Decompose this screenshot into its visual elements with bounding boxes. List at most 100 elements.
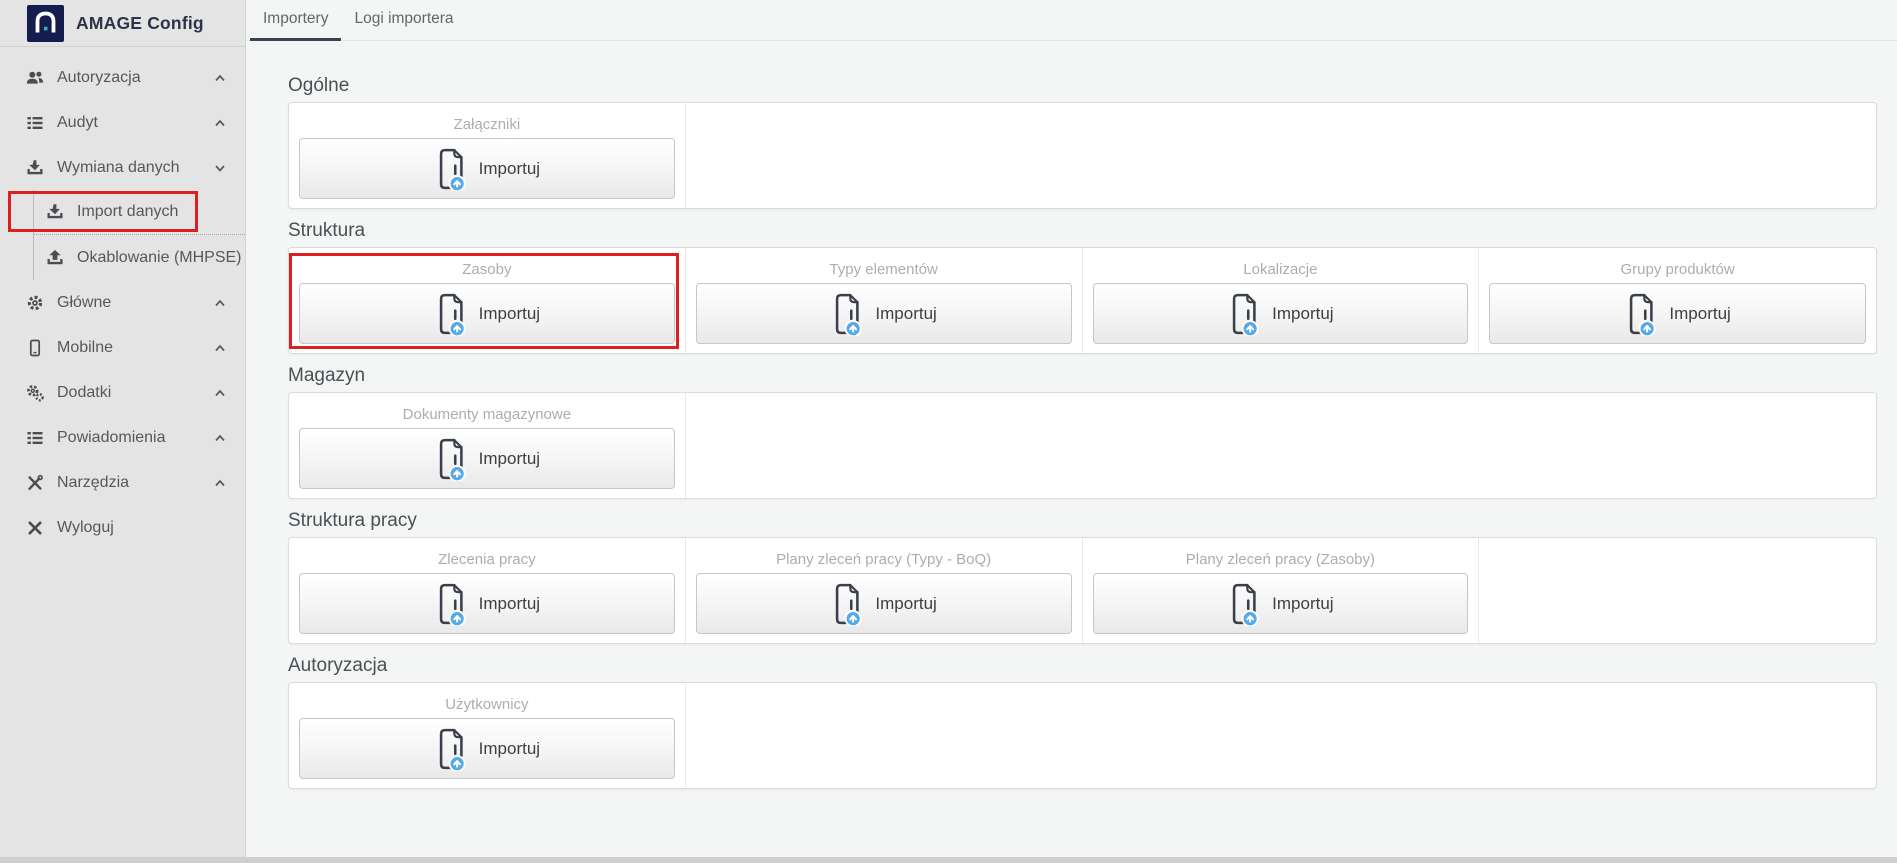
section-card-row: Użytkownicy Importuj [288,682,1877,789]
gears-icon [26,384,44,402]
card-label: Zlecenia pracy [438,551,536,568]
importuj-button-grupy-produktow[interactable]: Importuj [1489,283,1866,344]
sidebar-item-label: Główne [57,294,200,312]
sidebar-item-mobilne[interactable]: Mobilne [0,325,245,370]
amage-logo-icon [27,5,64,42]
file-import-icon [1624,292,1658,336]
file-import-icon [1227,292,1261,336]
sidebar-item-label: Wymiana danych [57,159,200,177]
section-autoryzacja: Autoryzacja Użytkownicy Importuj [288,655,1877,789]
import-card-plany-zlecen-pracy-typy-boq: Plany zleceń pracy (Typy - BoQ) Importuj [686,538,1083,643]
importuj-button-label: Importuj [479,159,540,179]
sidebar-menu: Autoryzacja Audyt Wymiana danych Import dan… [0,47,245,550]
importuj-button-label: Importuj [1272,594,1333,614]
sidebar-item-okablowanie-mhpse[interactable]: Okablowanie (MHPSE) [34,235,245,280]
file-import-icon [434,147,468,191]
close-icon [26,519,44,537]
card-label: Typy elementów [829,261,937,278]
import-card-grupy-produktow: Grupy produktów Importuj [1479,248,1876,353]
importuj-button-dokumenty-magazynowe[interactable]: Importuj [299,428,675,489]
sidebar-header: AMAGE Config [0,0,245,47]
import-card-zalaczniki: ZałącznikiImportuj [289,103,686,208]
section-card-row: Dokumenty magazynowe Importuj [288,392,1877,499]
sidebar-item-glowne[interactable]: Główne [0,280,245,325]
importuj-button-lokalizacje[interactable]: Importuj [1093,283,1469,344]
tab-label: Importery [263,10,328,28]
import-card-lokalizacje: Lokalizacje Importuj [1083,248,1480,353]
card-label: Dokumenty magazynowe [403,406,571,423]
chevron-up-icon [213,296,227,310]
tab-logi-importera[interactable]: Logi importera [341,0,466,41]
file-import-icon [434,437,468,481]
sidebar-item-powiadomienia[interactable]: Powiadomienia [0,415,245,460]
download-tray-icon [46,203,64,221]
section-title: Autoryzacja [288,655,1877,677]
upload-tray-icon [46,249,64,267]
sidebar-item-import-danych[interactable]: Import danych [34,190,245,235]
chevron-up-icon [213,431,227,445]
section-title: Magazyn [288,365,1877,387]
section-struktura-pracy: Struktura pracyZlecenia pracyImportujPla… [288,510,1877,644]
sidebar-item-wymiana-danych[interactable]: Wymiana danych [0,145,245,190]
section-card-row: ZałącznikiImportuj [288,102,1877,209]
section-magazyn: Magazyn Dokumenty magazynowe Importuj [288,365,1877,499]
importuj-button-label: Importuj [1272,304,1333,324]
sidebar: AMAGE Config Autoryzacja Audyt Wymiana dan… [0,0,246,857]
file-import-icon [830,292,864,336]
importuj-button-zlecenia-pracy[interactable]: Importuj [299,573,675,634]
sidebar-item-label: Import danych [77,203,227,221]
importuj-button-label: Importuj [479,739,540,759]
importuj-button-typy-elementow[interactable]: Importuj [696,283,1072,344]
download-tray-icon [26,159,44,177]
import-card-dokumenty-magazynowe: Dokumenty magazynowe Importuj [289,393,686,498]
content-area: OgólneZałącznikiImportujStrukturaZasobyI… [247,41,1897,789]
import-card-plany-zlecen-pracy-zasoby: Plany zleceń pracy (Zasoby) Importuj [1083,538,1480,643]
import-card-uzytkownicy: Użytkownicy Importuj [289,683,686,788]
importuj-button-label: Importuj [479,304,540,324]
mobile-icon [26,339,44,357]
section-title: Struktura [288,220,1877,242]
sidebar-item-label: Audyt [57,114,200,132]
import-card-zasoby: ZasobyImportuj [289,248,686,353]
card-label: Grupy produktów [1621,261,1735,278]
sidebar-item-autoryzacja[interactable]: Autoryzacja [0,55,245,100]
sidebar-item-audyt[interactable]: Audyt [0,100,245,145]
card-label: Plany zleceń pracy (Zasoby) [1186,551,1375,568]
section-title: Struktura pracy [288,510,1877,532]
chevron-up-icon [213,341,227,355]
sidebar-item-label: Wyloguj [57,519,227,537]
chevron-up-icon [213,116,227,130]
sidebar-item-label: Okablowanie (MHPSE) [77,249,242,267]
importuj-button-plany-zlecen-pracy-typy-boq[interactable]: Importuj [696,573,1072,634]
importuj-button-zasoby[interactable]: Importuj [299,283,675,344]
sidebar-item-wyloguj[interactable]: Wyloguj [0,505,245,550]
sidebar-item-narzedzia[interactable]: Narzędzia [0,460,245,505]
tab-bar: Importery Logi importera [247,0,1897,41]
chevron-up-icon [213,476,227,490]
importuj-button-uzytkownicy[interactable]: Importuj [299,718,675,779]
tab-label: Logi importera [354,10,453,28]
card-label: Lokalizacje [1243,261,1317,278]
import-card-typy-elementow: Typy elementów Importuj [686,248,1083,353]
sidebar-item-dodatki[interactable]: Dodatki [0,370,245,415]
tools-icon [26,474,44,492]
sidebar-item-label: Powiadomienia [57,429,200,447]
card-label: Użytkownicy [445,696,528,713]
tab-importery[interactable]: Importery [250,0,341,41]
chevron-up-icon [213,71,227,85]
gear-icon [26,294,44,312]
chevron-down-icon [213,161,227,175]
section-card-row: ZasobyImportujTypy elementówImportujLoka… [288,247,1877,354]
horizontal-scrollbar[interactable] [0,857,1897,863]
importuj-button-label: Importuj [1669,304,1730,324]
chevron-up-icon [213,386,227,400]
importuj-button-zalaczniki[interactable]: Importuj [299,138,675,199]
sidebar-item-label: Narzędzia [57,474,200,492]
app-title: AMAGE Config [76,13,204,34]
main-area: ImporteryLogi importera OgólneZałączniki… [247,0,1897,857]
card-label: Plany zleceń pracy (Typy - BoQ) [776,551,991,568]
importuj-button-plany-zlecen-pracy-zasoby[interactable]: Importuj [1093,573,1469,634]
importuj-button-label: Importuj [479,449,540,469]
file-import-icon [434,582,468,626]
importuj-button-label: Importuj [479,594,540,614]
